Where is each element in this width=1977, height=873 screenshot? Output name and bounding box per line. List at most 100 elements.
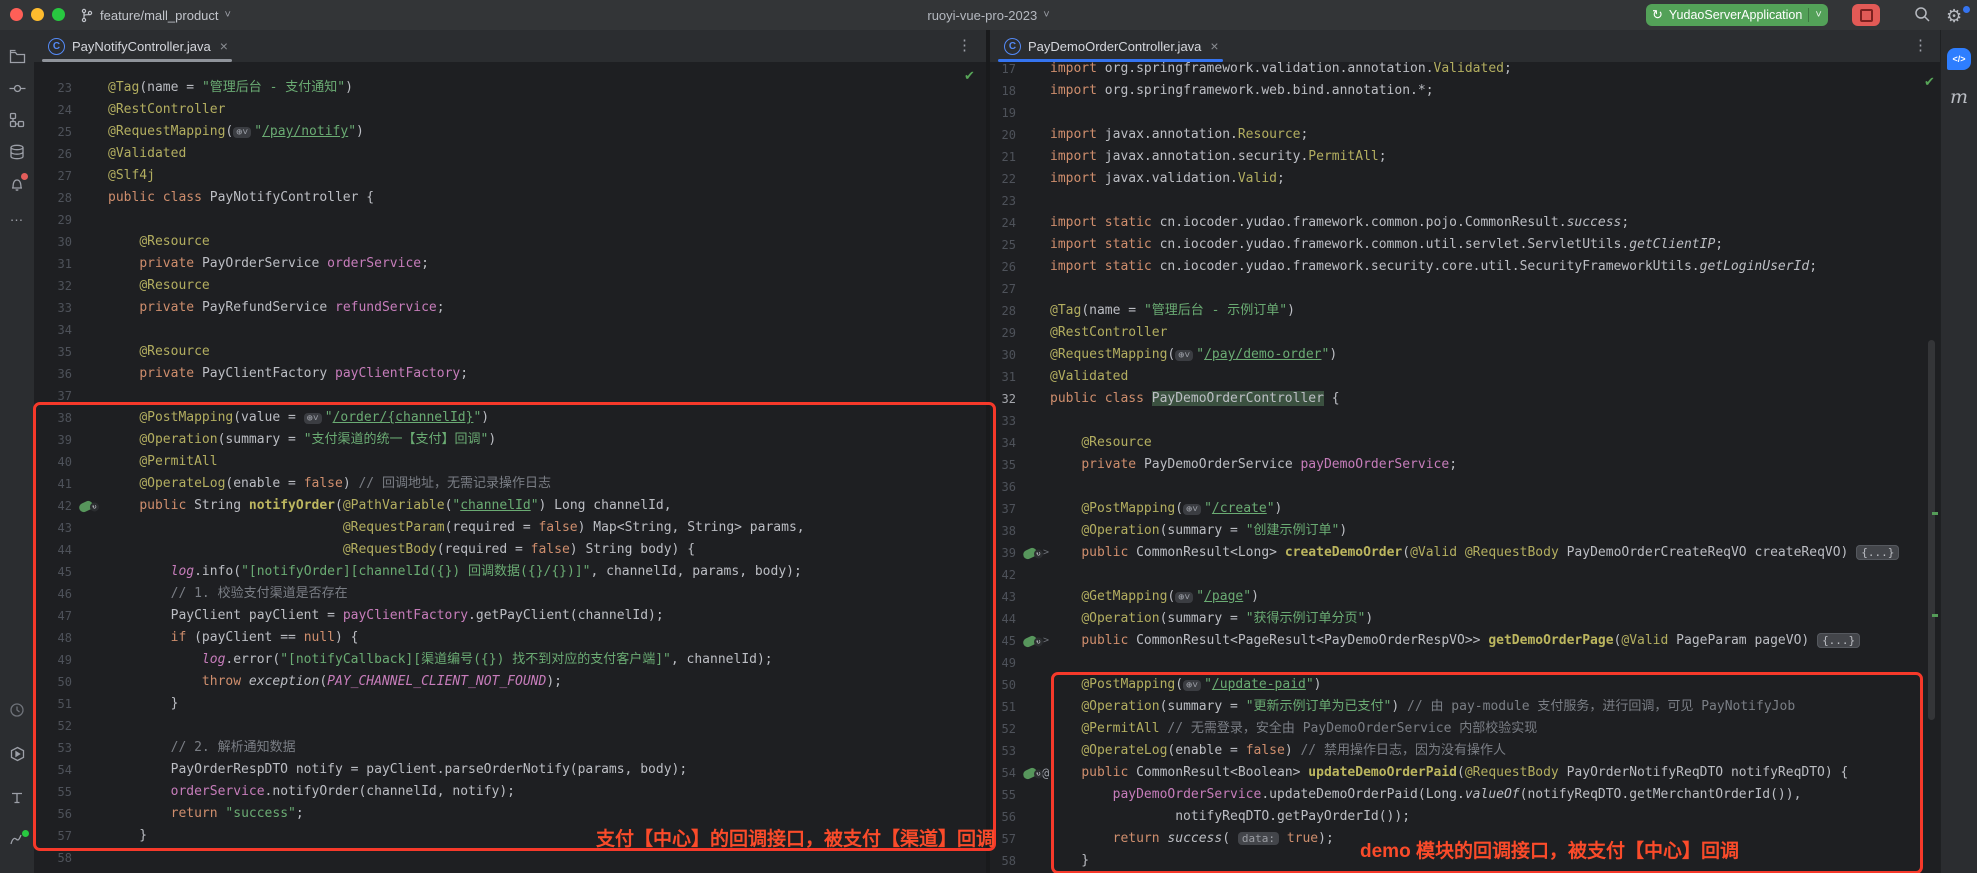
line-number[interactable]: 47 (34, 605, 72, 627)
code-line[interactable]: 37 (34, 385, 986, 407)
line-number[interactable]: 57 (990, 828, 1016, 850)
build-hammer-icon[interactable] (0, 786, 34, 810)
code-line[interactable]: 58 (34, 847, 986, 869)
structure-icon[interactable] (0, 108, 34, 132)
code-line[interactable]: 43 @GetMapping(⊕˅"/page") (990, 586, 1940, 608)
code-line[interactable]: 55 orderService.notifyOrder(channelId, n… (34, 781, 986, 803)
services-icon[interactable] (0, 742, 34, 766)
endpoint-gutter-icon[interactable] (78, 499, 94, 513)
line-number[interactable]: 31 (990, 366, 1016, 388)
ai-chat-icon[interactable]: </> (1947, 48, 1971, 70)
code-line[interactable]: 50 throw exception(PAY_CHANNEL_CLIENT_NO… (34, 671, 986, 693)
code-line[interactable]: 50 @PostMapping(⊕˅"/update-paid") (990, 674, 1940, 696)
code-line[interactable]: 39> public CommonResult<Long> createDemo… (990, 542, 1940, 564)
line-number[interactable]: 24 (34, 99, 72, 121)
chevron-down-icon[interactable]: ˅ (1815, 9, 1821, 21)
code-line[interactable]: 17import org.springframework.validation.… (990, 62, 1940, 80)
code-line[interactable]: 26import static cn.iocoder.yudao.framewo… (990, 256, 1940, 278)
line-number[interactable]: 27 (34, 165, 72, 187)
code-line[interactable]: 58 } (990, 850, 1940, 872)
line-number[interactable]: 35 (990, 454, 1016, 476)
line-number[interactable]: 25 (990, 234, 1016, 256)
line-number[interactable]: 58 (34, 847, 72, 869)
code-line[interactable]: 24import static cn.iocoder.yudao.framewo… (990, 212, 1940, 234)
project-folder-icon[interactable] (0, 44, 34, 68)
code-line[interactable]: 30@RequestMapping(⊕˅"/pay/demo-order") (990, 344, 1940, 366)
line-number[interactable]: 53 (990, 740, 1016, 762)
line-number[interactable]: 38 (34, 407, 72, 429)
code-line[interactable]: 53 // 2. 解析通知数据 (34, 737, 986, 759)
line-number[interactable]: 45 (990, 630, 1016, 652)
line-number[interactable]: 49 (34, 649, 72, 671)
line-number[interactable]: 53 (34, 737, 72, 759)
line-number[interactable]: 30 (34, 231, 72, 253)
code-line[interactable]: 57 return success( data: true); (990, 828, 1940, 850)
code-line[interactable]: 48 if (payClient == null) { (34, 627, 986, 649)
code-line[interactable]: 45> public CommonResult<PageResult<PayDe… (990, 630, 1940, 652)
line-number[interactable]: 23 (990, 190, 1016, 212)
fold-chevron-icon[interactable]: > (1043, 542, 1049, 564)
code-line[interactable]: 56 return "success"; (34, 803, 986, 825)
code-line[interactable]: 35 @Resource (34, 341, 986, 363)
code-line[interactable]: 41 @OperateLog(enable = false) // 回调地址，无… (34, 473, 986, 495)
line-number[interactable]: 48 (34, 627, 72, 649)
code-line[interactable]: 32public class PayDemoOrderController { (990, 388, 1940, 410)
line-number[interactable]: 25 (34, 121, 72, 143)
line-number[interactable]: 34 (990, 432, 1016, 454)
close-tab-icon[interactable]: × (1210, 38, 1218, 54)
line-number[interactable]: 54 (34, 759, 72, 781)
code-line[interactable]: 40 @PermitAll (34, 451, 986, 473)
code-line[interactable]: 23@Tag(name = "管理后台 - 支付通知") (34, 77, 986, 99)
window-controls[interactable] (10, 8, 65, 21)
code-line[interactable]: 37 @PostMapping(⊕˅"/create") (990, 498, 1940, 520)
fold-chevron-icon[interactable]: > (1043, 630, 1049, 652)
code-line[interactable]: 36 private PayClientFactory payClientFac… (34, 363, 986, 385)
database-icon[interactable] (0, 140, 34, 164)
code-line[interactable]: 29@RestController (990, 322, 1940, 344)
commit-icon[interactable] (0, 76, 34, 100)
line-number[interactable]: 51 (34, 693, 72, 715)
code-line[interactable]: 32 @Resource (34, 275, 986, 297)
line-number[interactable]: 28 (34, 187, 72, 209)
code-line[interactable]: 42 (990, 564, 1940, 586)
code-editor-left[interactable]: 23@Tag(name = "管理后台 - 支付通知")24@RestContr… (34, 62, 986, 873)
line-number[interactable]: 19 (990, 102, 1016, 124)
endpoint-gutter-icon[interactable] (1022, 634, 1038, 648)
line-number[interactable]: 42 (990, 564, 1016, 586)
line-number[interactable]: 41 (34, 473, 72, 495)
profiler-icon[interactable] (0, 828, 34, 852)
code-line[interactable]: 25@RequestMapping(⊕˅"/pay/notify") (34, 121, 986, 143)
tab-paydemoordercontroller[interactable]: C PayDemoOrderController.java × (992, 30, 1229, 62)
code-line[interactable]: 21import javax.annotation.security.Permi… (990, 146, 1940, 168)
notifications-bell-icon[interactable] (0, 172, 34, 196)
tab-options-icon[interactable]: ⋮ (957, 36, 972, 54)
code-line[interactable]: 54@ public CommonResult<Boolean> updateD… (990, 762, 1940, 784)
line-number[interactable]: 39 (990, 542, 1016, 564)
stop-button[interactable] (1852, 4, 1880, 26)
line-number[interactable]: 29 (34, 209, 72, 231)
line-number[interactable]: 52 (990, 718, 1016, 740)
endpoint-gutter-icon[interactable] (1022, 766, 1038, 780)
line-number[interactable]: 58 (990, 850, 1016, 872)
line-number[interactable]: 35 (34, 341, 72, 363)
line-number[interactable]: 18 (990, 80, 1016, 102)
line-number[interactable]: 22 (990, 168, 1016, 190)
line-number[interactable]: 30 (990, 344, 1016, 366)
tab-options-icon[interactable]: ⋮ (1913, 36, 1928, 54)
code-line[interactable]: 27 (990, 278, 1940, 300)
line-number[interactable]: 31 (34, 253, 72, 275)
code-line[interactable]: 24@RestController (34, 99, 986, 121)
line-number[interactable]: 49 (990, 652, 1016, 674)
run-configuration-widget[interactable]: ↻ YudaoServerApplication ˅ (1646, 4, 1828, 26)
maven-icon[interactable]: m (1950, 86, 1968, 108)
line-number[interactable]: 40 (34, 451, 72, 473)
line-number[interactable]: 39 (34, 429, 72, 451)
line-number[interactable]: 33 (34, 297, 72, 319)
vertical-scrollbar[interactable] (1928, 340, 1935, 720)
code-line[interactable]: 45 log.info("[notifyOrder][channelId({})… (34, 561, 986, 583)
code-line[interactable]: 30 @Resource (34, 231, 986, 253)
code-line[interactable]: 55 payDemoOrderService.updateDemoOrderPa… (990, 784, 1940, 806)
code-line[interactable]: 31@Validated (990, 366, 1940, 388)
line-number[interactable]: 56 (34, 803, 72, 825)
endpoint-gutter-icon[interactable] (1022, 546, 1038, 560)
